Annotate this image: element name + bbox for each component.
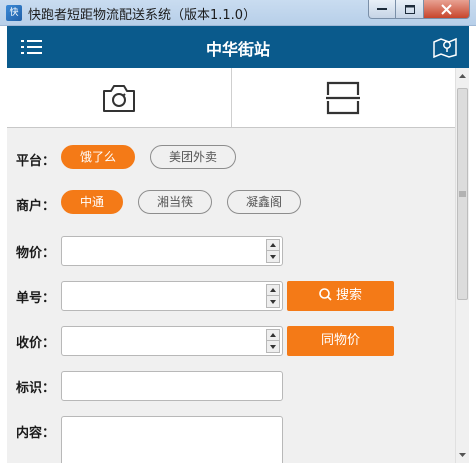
vertical-scrollbar[interactable] — [455, 68, 469, 463]
app-header: 中华街站 — [7, 26, 469, 68]
stepper-up-button[interactable] — [266, 239, 280, 251]
scroll-up-button[interactable] — [456, 68, 469, 84]
merchant-option-zhongtong[interactable]: 中通 — [61, 190, 123, 214]
stepper-down-button[interactable] — [266, 251, 280, 263]
platform-label: 平台： — [16, 154, 56, 169]
window-controls — [368, 0, 470, 19]
page-title: 中华街站 — [205, 40, 270, 59]
search-button[interactable]: 搜索 — [287, 281, 394, 311]
close-button[interactable] — [424, 0, 470, 19]
camera-button[interactable] — [7, 68, 231, 127]
collect-price-stepper[interactable] — [266, 329, 280, 353]
platform-option-eleme[interactable]: 饿了么 — [61, 145, 135, 169]
scrollbar-thumb[interactable] — [457, 88, 468, 300]
scan-icon — [326, 81, 361, 114]
stepper-up-button[interactable] — [266, 329, 280, 341]
merchant-label: 商户： — [16, 199, 56, 214]
merchant-option-xiangdangkuai[interactable]: 湘当筷 — [138, 190, 212, 214]
toolbar — [7, 68, 455, 128]
content-label: 内容： — [16, 426, 56, 441]
stepper-down-button[interactable] — [266, 341, 280, 353]
maximize-button[interactable] — [396, 0, 424, 19]
arrow-down-icon — [270, 344, 276, 349]
collect-price-label: 收价： — [16, 336, 56, 351]
stepper-down-button[interactable] — [266, 296, 280, 308]
app-icon: 快 — [6, 5, 22, 21]
order-no-stepper[interactable] — [266, 284, 280, 308]
stepper-up-button[interactable] — [266, 284, 280, 296]
map-icon[interactable] — [433, 36, 457, 58]
identifier-label: 标识： — [16, 381, 56, 396]
item-price-stepper[interactable] — [266, 239, 280, 263]
arrow-down-icon — [270, 299, 276, 304]
arrow-up-icon — [270, 333, 276, 337]
order-no-label: 单号： — [16, 291, 56, 306]
search-icon — [319, 288, 332, 301]
platform-option-meituan[interactable]: 美团外卖 — [150, 145, 236, 169]
search-button-label: 搜索 — [335, 288, 362, 303]
item-price-input[interactable] — [61, 236, 283, 266]
scroll-down-button[interactable] — [456, 447, 469, 463]
window-titlebar: 快 快跑者短距物流配送系统（版本1.1.0） — [0, 0, 476, 26]
app-window: 中华街站 平台： 饿了么 美团外卖 商户： 中通 湘当筷 凝鑫阁 物价： 单号：… — [7, 26, 469, 463]
minimize-icon — [377, 8, 387, 10]
content-textarea[interactable] — [61, 416, 283, 463]
arrow-down-icon — [270, 254, 276, 259]
arrow-up-icon — [270, 243, 276, 247]
scan-button[interactable] — [230, 68, 456, 127]
collect-price-input[interactable] — [61, 326, 283, 356]
item-price-label: 物价： — [16, 246, 56, 261]
same-as-item-price-button[interactable]: 同物价 — [287, 326, 394, 356]
grip-icon — [459, 191, 466, 197]
minimize-button[interactable] — [368, 0, 396, 19]
window-title: 快跑者短距物流配送系统（版本1.1.0） — [28, 8, 257, 23]
merchant-option-ningxinge[interactable]: 凝鑫阁 — [227, 190, 301, 214]
camera-icon — [102, 84, 135, 112]
close-icon — [441, 3, 452, 15]
arrow-up-icon — [459, 74, 466, 78]
order-no-input[interactable] — [61, 281, 283, 311]
arrow-up-icon — [270, 288, 276, 292]
maximize-icon — [404, 4, 415, 14]
arrow-down-icon — [459, 453, 466, 457]
identifier-input[interactable] — [61, 371, 283, 401]
